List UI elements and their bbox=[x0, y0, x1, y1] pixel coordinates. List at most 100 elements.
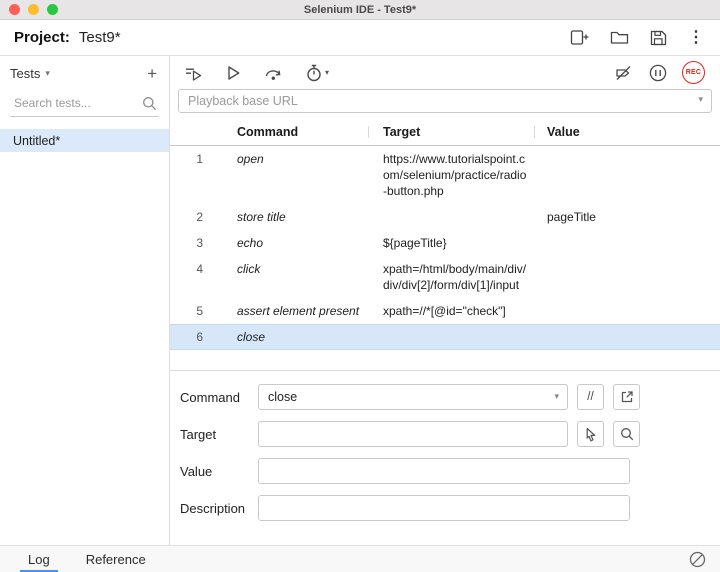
command-select[interactable]: close ▾ bbox=[258, 384, 568, 410]
row-target: xpath=//*[@id="check"] bbox=[368, 303, 534, 319]
value-column-header: Value bbox=[534, 125, 720, 139]
row-value bbox=[534, 151, 720, 199]
test-speed-button[interactable]: ▾ bbox=[304, 62, 331, 84]
disable-breakpoints-button[interactable] bbox=[613, 63, 634, 83]
circle-slash-icon bbox=[689, 551, 706, 568]
test-search-box bbox=[10, 93, 159, 117]
row-target: https://www.tutorialspoint.com/selenium/… bbox=[368, 151, 534, 199]
clear-log-button[interactable] bbox=[687, 549, 708, 570]
step-over-button[interactable] bbox=[262, 63, 285, 83]
project-actions: ⋮ bbox=[568, 27, 706, 48]
close-window-button[interactable] bbox=[9, 4, 20, 15]
table-row[interactable]: 4 click xpath=/html/body/main/div/div/di… bbox=[170, 256, 720, 298]
tests-sidebar: Tests ▾ + Untitled* bbox=[0, 56, 170, 545]
row-target bbox=[368, 209, 534, 225]
value-input[interactable] bbox=[258, 458, 630, 484]
cursor-icon bbox=[584, 427, 597, 442]
command-form-row: Command close ▾ // bbox=[180, 384, 720, 410]
search-icon bbox=[142, 96, 157, 111]
row-number: 5 bbox=[170, 303, 218, 319]
table-row[interactable]: 5 assert element present xpath=//*[@id="… bbox=[170, 298, 720, 324]
row-value: pageTitle bbox=[534, 209, 720, 225]
record-button[interactable]: REC bbox=[682, 61, 705, 84]
footer-bar: Log Reference bbox=[0, 545, 720, 572]
kebab-menu-icon: ⋮ bbox=[688, 30, 704, 46]
table-rows: 1 open https://www.tutorialspoint.com/se… bbox=[170, 146, 720, 350]
selenium-ide-window: Selenium IDE - Test9* Project: Test9* bbox=[0, 0, 720, 572]
save-project-button[interactable] bbox=[648, 28, 669, 48]
open-reference-button[interactable] bbox=[613, 384, 640, 410]
target-input[interactable] bbox=[258, 421, 568, 447]
target-form-row: Target bbox=[180, 421, 720, 447]
description-form-row: Description bbox=[180, 495, 720, 521]
play-icon bbox=[226, 65, 241, 81]
titlebar: Selenium IDE - Test9* bbox=[0, 0, 720, 20]
target-field-label: Target bbox=[180, 427, 258, 442]
main-panel: ▾ REC bbox=[170, 56, 720, 545]
row-target: ${pageTitle} bbox=[368, 235, 534, 251]
save-icon bbox=[650, 30, 667, 46]
pause-circle-icon bbox=[649, 64, 667, 82]
row-number: 3 bbox=[170, 235, 218, 251]
more-options-button[interactable]: ⋮ bbox=[686, 28, 706, 48]
tab-log[interactable]: Log bbox=[10, 546, 68, 572]
playback-base-url-input[interactable] bbox=[178, 89, 712, 113]
row-value bbox=[534, 303, 720, 319]
row-number: 6 bbox=[170, 329, 218, 345]
stopwatch-icon bbox=[306, 64, 322, 82]
command-column-header: Command bbox=[218, 125, 368, 139]
description-field-label: Description bbox=[180, 501, 258, 516]
minimize-window-button[interactable] bbox=[28, 4, 39, 15]
chevron-down-icon: ▾ bbox=[325, 68, 329, 77]
project-header: Project: Test9* ⋮ bbox=[0, 20, 720, 56]
row-command: close bbox=[218, 329, 368, 345]
new-project-button[interactable] bbox=[568, 27, 591, 48]
run-all-tests-button[interactable] bbox=[182, 63, 205, 83]
row-number: 2 bbox=[170, 209, 218, 225]
tests-dropdown-caret-icon[interactable]: ▾ bbox=[45, 68, 50, 79]
disable-breakpoints-icon bbox=[615, 65, 632, 81]
table-row[interactable]: 2 store title pageTitle bbox=[170, 204, 720, 230]
search-icon bbox=[620, 427, 634, 441]
zoom-window-button[interactable] bbox=[47, 4, 58, 15]
row-target bbox=[368, 329, 534, 345]
value-form-row: Value bbox=[180, 458, 720, 484]
row-target: xpath=/html/body/main/div/div/div[2]/for… bbox=[368, 261, 534, 293]
target-column-header: Target bbox=[368, 125, 534, 139]
row-command: store title bbox=[218, 209, 368, 225]
select-target-button[interactable] bbox=[577, 421, 604, 447]
command-select-value: close bbox=[268, 390, 297, 404]
open-project-button[interactable] bbox=[608, 28, 631, 47]
row-number-column-header bbox=[170, 125, 218, 139]
test-list: Untitled* bbox=[0, 129, 169, 152]
chevron-down-icon: ▾ bbox=[554, 391, 559, 402]
comment-toggle-button[interactable]: // bbox=[577, 384, 604, 410]
table-row[interactable]: 1 open https://www.tutorialspoint.com/se… bbox=[170, 146, 720, 204]
add-test-button[interactable]: + bbox=[145, 65, 159, 82]
tests-label: Tests bbox=[10, 66, 40, 81]
table-header: Command Target Value bbox=[170, 121, 720, 146]
find-target-button[interactable] bbox=[613, 421, 640, 447]
app-body: Tests ▾ + Untitled* bbox=[0, 56, 720, 545]
command-field-label: Command bbox=[180, 390, 258, 405]
tests-header: Tests ▾ + bbox=[0, 56, 169, 86]
row-value bbox=[534, 329, 720, 345]
run-current-test-button[interactable] bbox=[224, 63, 243, 83]
playback-toolbar: ▾ REC bbox=[170, 56, 720, 86]
step-over-icon bbox=[264, 65, 283, 81]
row-value bbox=[534, 261, 720, 293]
table-row-selected[interactable]: 6 close bbox=[170, 324, 720, 350]
row-value bbox=[534, 235, 720, 251]
chevron-down-icon[interactable]: ▾ bbox=[698, 94, 703, 105]
table-row[interactable]: 3 echo ${pageTitle} bbox=[170, 230, 720, 256]
row-number: 1 bbox=[170, 151, 218, 199]
pause-on-exceptions-button[interactable] bbox=[647, 62, 669, 84]
row-command: echo bbox=[218, 235, 368, 251]
test-list-item[interactable]: Untitled* bbox=[0, 129, 169, 152]
row-command: assert element present bbox=[218, 303, 368, 319]
description-input[interactable] bbox=[258, 495, 630, 521]
search-tests-input[interactable] bbox=[12, 95, 142, 111]
tab-reference[interactable]: Reference bbox=[68, 546, 164, 572]
project-label: Project: bbox=[14, 29, 70, 46]
folder-icon bbox=[610, 30, 629, 45]
